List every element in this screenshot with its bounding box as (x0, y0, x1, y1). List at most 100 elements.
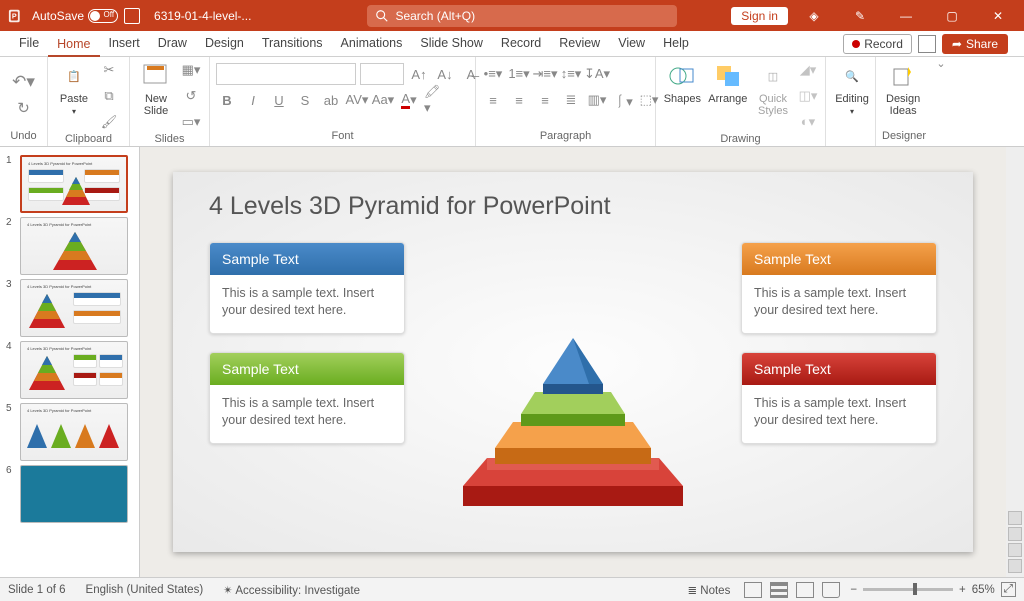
change-case-button[interactable]: Aa▾ (372, 89, 394, 111)
slide[interactable]: 4 Levels 3D Pyramid for PowerPoint Sampl… (173, 172, 973, 552)
accessibility-status[interactable]: ✴ Accessibility: Investigate (223, 583, 360, 597)
paste-button[interactable]: 📋Paste▾ (54, 59, 94, 118)
tab-file[interactable]: File (10, 31, 48, 56)
reset-button[interactable]: ↺ (180, 85, 202, 107)
strike-button[interactable]: S (294, 89, 316, 111)
zoom-in-button[interactable]: + (959, 584, 966, 596)
copy-button[interactable]: ⧉ (98, 85, 120, 107)
zoom-out-button[interactable]: − (850, 584, 857, 596)
align-right-button[interactable]: ≡ (534, 89, 556, 111)
highlight-button[interactable]: 🖍▾ (424, 89, 446, 111)
shape-fill-button[interactable]: ◢▾ (797, 59, 819, 81)
thumbnail-1[interactable]: 1 4 Levels 3D Pyramid for PowerPoint (0, 153, 139, 215)
save-icon[interactable] (124, 8, 140, 24)
normal-view-button[interactable] (744, 582, 762, 598)
increase-font-button[interactable]: A↑ (408, 63, 430, 85)
redo-button[interactable]: ↻ (13, 97, 35, 119)
cut-button[interactable]: ✂ (98, 59, 120, 81)
slide-count[interactable]: Slide 1 of 6 (8, 584, 66, 596)
thumbnail-5[interactable]: 5 4 Levels 3D Pyramid for PowerPoint (0, 401, 139, 463)
callout-blue[interactable]: Sample Text This is a sample text. Inser… (209, 242, 405, 334)
minimize-button[interactable]: ― (886, 0, 926, 31)
callout-body[interactable]: This is a sample text. Insert your desir… (210, 275, 404, 333)
language-status[interactable]: English (United States) (86, 584, 204, 596)
record-button[interactable]: Record (843, 34, 912, 54)
callout-header[interactable]: Sample Text (742, 353, 936, 385)
layout-button[interactable]: ▦▾ (180, 59, 202, 81)
tab-help[interactable]: Help (654, 31, 698, 56)
pyramid-graphic[interactable] (443, 298, 703, 528)
thumbnail-3[interactable]: 3 4 Levels 3D Pyramid for PowerPoint (0, 277, 139, 339)
document-title[interactable]: 6319-01-4-level-... (146, 9, 259, 23)
zoom-percent[interactable]: 65% (972, 584, 995, 596)
thumbnail-2[interactable]: 2 4 Levels 3D Pyramid for PowerPoint (0, 215, 139, 277)
notes-button[interactable]: ≣ Notes (687, 583, 730, 597)
tab-transitions[interactable]: Transitions (253, 31, 332, 56)
callout-header[interactable]: Sample Text (742, 243, 936, 275)
design-ideas-button[interactable]: Design Ideas (882, 59, 924, 119)
font-color-button[interactable]: A▾ (398, 89, 420, 111)
tab-design[interactable]: Design (196, 31, 253, 56)
section-button[interactable]: ▭▾ (180, 111, 202, 133)
underline-button[interactable]: U (268, 89, 290, 111)
callout-body[interactable]: This is a sample text. Insert your desir… (210, 385, 404, 443)
slideshow-view-button[interactable] (822, 582, 840, 598)
callout-header[interactable]: Sample Text (210, 243, 404, 275)
shadow-button[interactable]: ab (320, 89, 342, 111)
list-level-button[interactable]: ⇥≡▾ (534, 63, 556, 85)
align-text-button[interactable]: ⎰▾ (612, 89, 634, 111)
share-button[interactable]: ➦Share (942, 34, 1008, 54)
arrange-button[interactable]: Arrange (707, 59, 749, 107)
tab-home[interactable]: Home (48, 32, 99, 57)
callout-body[interactable]: This is a sample text. Insert your desir… (742, 385, 936, 443)
columns-button[interactable]: ▥▾ (586, 89, 608, 111)
coming-soon-icon[interactable]: ✎ (840, 0, 880, 31)
thumbnail-6[interactable]: 6 (0, 463, 139, 525)
collapse-ribbon-button[interactable]: ⌄ (932, 57, 950, 146)
signin-button[interactable]: Sign in (731, 7, 788, 25)
tab-draw[interactable]: Draw (149, 31, 196, 56)
tab-review[interactable]: Review (550, 31, 609, 56)
tab-view[interactable]: View (609, 31, 654, 56)
callout-header[interactable]: Sample Text (210, 353, 404, 385)
shapes-button[interactable]: Shapes (662, 59, 703, 107)
shape-outline-button[interactable]: ◫▾ (797, 85, 819, 107)
search-input[interactable]: Search (Alt+Q) (367, 5, 677, 27)
italic-button[interactable]: I (242, 89, 264, 111)
tab-insert[interactable]: Insert (100, 31, 149, 56)
slide-title[interactable]: 4 Levels 3D Pyramid for PowerPoint (209, 192, 611, 221)
format-painter-button[interactable]: 🖌 (98, 111, 120, 133)
maximize-button[interactable]: ▢ (932, 0, 972, 31)
tab-animations[interactable]: Animations (332, 31, 412, 56)
slide-canvas[interactable]: 4 Levels 3D Pyramid for PowerPoint Sampl… (140, 147, 1006, 577)
present-icon[interactable] (918, 35, 936, 53)
tab-slideshow[interactable]: Slide Show (411, 31, 492, 56)
align-center-button[interactable]: ≡ (508, 89, 530, 111)
scroll-down-button[interactable] (1008, 527, 1022, 541)
bold-button[interactable]: B (216, 89, 238, 111)
bullets-button[interactable]: •≡▾ (482, 63, 504, 85)
autosave-toggle[interactable]: AutoSave Off (32, 9, 118, 23)
close-button[interactable]: ✕ (978, 0, 1018, 31)
decrease-font-button[interactable]: A↓ (434, 63, 456, 85)
editing-button[interactable]: 🔍Editing▾ (832, 59, 872, 118)
scroll-up-button[interactable] (1008, 511, 1022, 525)
callout-body[interactable]: This is a sample text. Insert your desir… (742, 275, 936, 333)
scroll-next-button[interactable] (1008, 559, 1022, 573)
font-family-select[interactable] (216, 63, 356, 85)
line-spacing-button[interactable]: ↕≡▾ (560, 63, 582, 85)
char-spacing-button[interactable]: AV▾ (346, 89, 368, 111)
scroll-prev-button[interactable] (1008, 543, 1022, 557)
callout-green[interactable]: Sample Text This is a sample text. Inser… (209, 352, 405, 444)
sorter-view-button[interactable] (770, 582, 788, 598)
justify-button[interactable]: ≣ (560, 89, 582, 111)
new-slide-button[interactable]: New Slide (136, 59, 176, 119)
fit-button[interactable]: ⤢ (1001, 582, 1016, 597)
numbering-button[interactable]: 1≡▾ (508, 63, 530, 85)
zoom-slider[interactable] (863, 588, 953, 591)
shape-effects-button[interactable]: ◐▾ (797, 111, 819, 133)
premium-icon[interactable]: ◈ (794, 0, 834, 31)
callout-red[interactable]: Sample Text This is a sample text. Inser… (741, 352, 937, 444)
callout-orange[interactable]: Sample Text This is a sample text. Inser… (741, 242, 937, 334)
quick-styles-button[interactable]: ◫Quick Styles (753, 59, 793, 119)
